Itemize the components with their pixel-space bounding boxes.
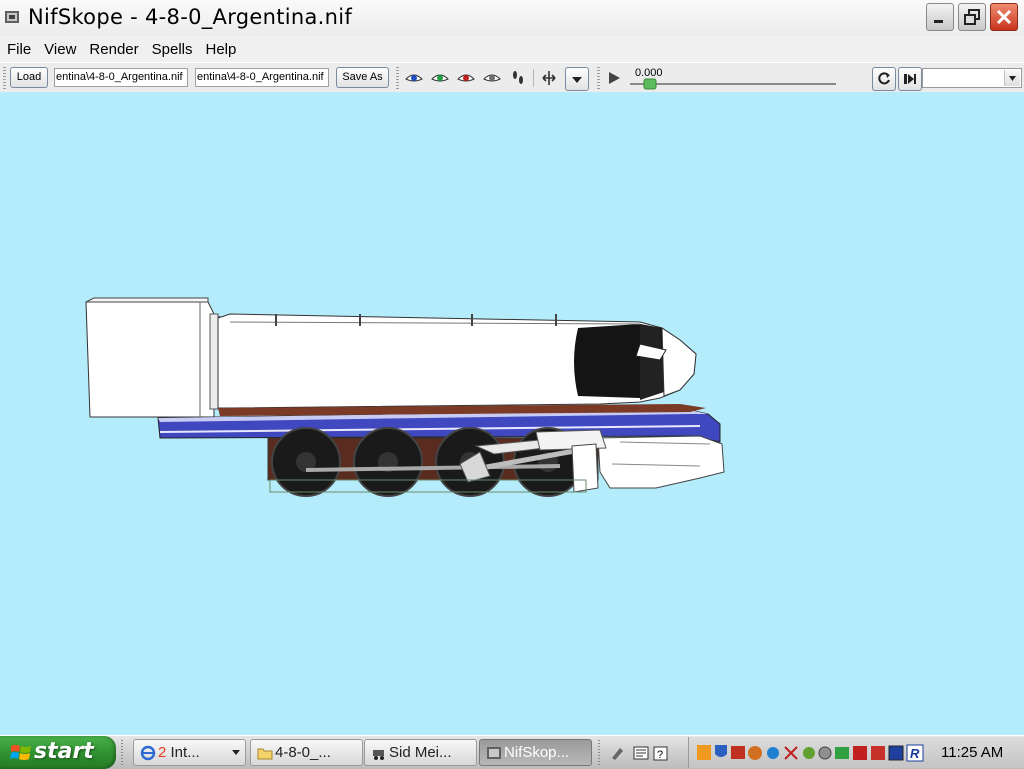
svg-text:R: R <box>910 746 920 761</box>
minimize-button[interactable] <box>926 3 954 31</box>
play-icon[interactable] <box>605 69 623 87</box>
view-eye-red-icon[interactable] <box>457 69 475 87</box>
quick-launch[interactable]: ? <box>610 744 680 762</box>
tray-app-icon <box>871 746 885 760</box>
loop-button[interactable] <box>872 67 896 91</box>
locomotive-model <box>85 297 725 497</box>
toolbar-grip[interactable] <box>597 67 600 89</box>
restore-icon <box>964 9 980 25</box>
tray-app-icon <box>731 746 745 759</box>
taskbar-button-folder[interactable]: 4-8-0_... <box>250 739 363 766</box>
chevron-down-icon <box>232 750 240 755</box>
boiler <box>217 313 697 409</box>
system-tray: R 11:25 AM <box>688 737 1024 768</box>
svg-text:?: ? <box>657 749 663 761</box>
menu-file[interactable]: File <box>0 41 37 58</box>
disconnected-icon <box>784 746 798 760</box>
nifskope-app-icon[interactable] <box>4 9 20 25</box>
taskbar-button-label: NifSkop... <box>504 744 570 761</box>
load-button[interactable]: Load <box>10 67 48 88</box>
windows-logo-icon <box>10 745 31 760</box>
skirt <box>157 404 721 443</box>
menu-bar: File View Render Spells Help <box>0 36 1024 62</box>
taskbar-grip[interactable] <box>598 740 600 766</box>
taskbar-button-sid-meier[interactable]: Sid Mei... <box>364 739 477 766</box>
load-path-field[interactable]: entina\4-8-0_Argentina.nif <box>54 68 188 87</box>
close-icon <box>996 9 1012 25</box>
loop-icon <box>878 72 890 85</box>
menu-help[interactable]: Help <box>198 41 242 58</box>
start-button[interactable]: start <box>0 736 116 769</box>
menu-view[interactable]: View <box>37 41 82 58</box>
tool-icon <box>612 748 623 760</box>
taskbar-button-label: Sid Mei... <box>389 744 452 761</box>
tray-app-icon <box>803 747 815 759</box>
nifskope-icon <box>487 747 501 759</box>
tray-app-icon <box>853 746 867 760</box>
save-as-button[interactable]: Save As <box>336 67 389 88</box>
tray-icons[interactable]: R <box>697 744 933 762</box>
slider-handle <box>643 78 657 90</box>
start-label: start <box>34 739 94 764</box>
title-bar[interactable]: NifSkope - 4-8-0_Argentina.nif <box>0 0 1024 37</box>
render-viewport[interactable] <box>0 92 1024 733</box>
tender-box <box>85 297 223 418</box>
menu-spells[interactable]: Spells <box>145 41 199 58</box>
chevron-down-icon <box>572 77 582 83</box>
switch-anim-button[interactable] <box>898 67 922 91</box>
restore-button[interactable] <box>958 3 986 31</box>
time-slider[interactable] <box>628 78 840 90</box>
taskbar-button-label: 4-8-0_... <box>275 744 331 761</box>
taskbar-button-nifskope[interactable]: NifSkop... <box>479 739 592 766</box>
walk-footprints-icon[interactable] <box>509 69 527 87</box>
tray-app-icon <box>835 747 849 759</box>
view-eye-green-icon[interactable] <box>431 69 449 87</box>
toolbar-grip[interactable] <box>3 67 6 89</box>
close-button[interactable] <box>990 3 1018 31</box>
internet-explorer-icon <box>140 745 156 761</box>
toolbar-grip[interactable] <box>396 67 399 89</box>
flip-view-icon[interactable] <box>540 69 558 87</box>
step-forward-icon <box>904 74 916 84</box>
shield-icon <box>715 745 727 757</box>
clock[interactable]: 11:25 AM <box>941 744 1003 761</box>
chevron-down-icon[interactable] <box>1004 70 1020 86</box>
folder-icon <box>257 748 273 760</box>
taskbar-button-label: 2 Int... <box>158 744 200 761</box>
view-eye-gray-icon[interactable] <box>483 69 501 87</box>
animation-select[interactable] <box>922 68 1022 88</box>
tray-app-icon <box>748 746 762 760</box>
menu-render[interactable]: Render <box>82 41 144 58</box>
tray-app-icon <box>697 745 711 760</box>
view-dropdown-button[interactable] <box>565 67 589 91</box>
window-title: NifSkope - 4-8-0_Argentina.nif <box>28 5 353 29</box>
view-eye-blue-icon[interactable] <box>405 69 423 87</box>
save-path-field[interactable]: entina\4-8-0_Argentina.nif <box>195 68 329 87</box>
train-game-icon <box>373 750 384 760</box>
main-toolbar: Load entina\4-8-0_Argentina.nif entina\4… <box>0 62 1024 94</box>
taskbar: start 2 Int... 4-8-0_... Sid Mei... NifS… <box>0 735 1024 769</box>
minimize-icon <box>934 20 943 23</box>
taskbar-button-text: Int... <box>166 744 200 761</box>
tray-app-icon <box>888 745 904 761</box>
toolbar-separator <box>533 69 534 87</box>
taskbar-button-internet[interactable]: 2 Int... <box>133 739 246 766</box>
disk-icon <box>818 746 832 760</box>
taskbar-grip[interactable] <box>121 740 123 766</box>
network-icon <box>767 747 779 759</box>
